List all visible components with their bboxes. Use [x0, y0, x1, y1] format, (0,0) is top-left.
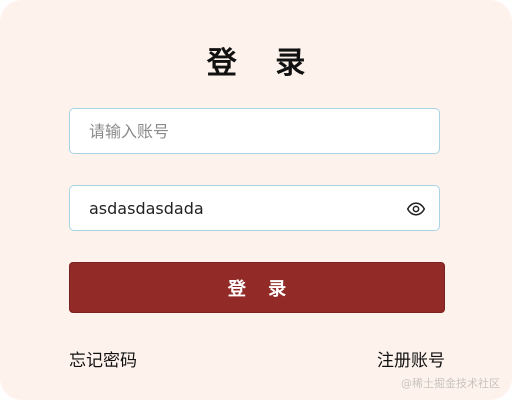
login-button[interactable]: 登 录	[69, 262, 445, 313]
password-input[interactable]	[70, 186, 439, 230]
password-field[interactable]	[69, 185, 440, 231]
forgot-password-link[interactable]: 忘记密码	[69, 346, 137, 371]
eye-icon[interactable]	[406, 199, 426, 219]
watermark: @稀土掘金技术社区	[401, 377, 500, 390]
register-link[interactable]: 注册账号	[377, 346, 445, 371]
username-field[interactable]	[69, 108, 440, 154]
username-input[interactable]	[70, 109, 439, 153]
page-title: 登 录	[206, 46, 320, 81]
login-card: 登 录 登 录 忘记密码 注册账号 @稀土掘金技术社区	[0, 0, 512, 400]
